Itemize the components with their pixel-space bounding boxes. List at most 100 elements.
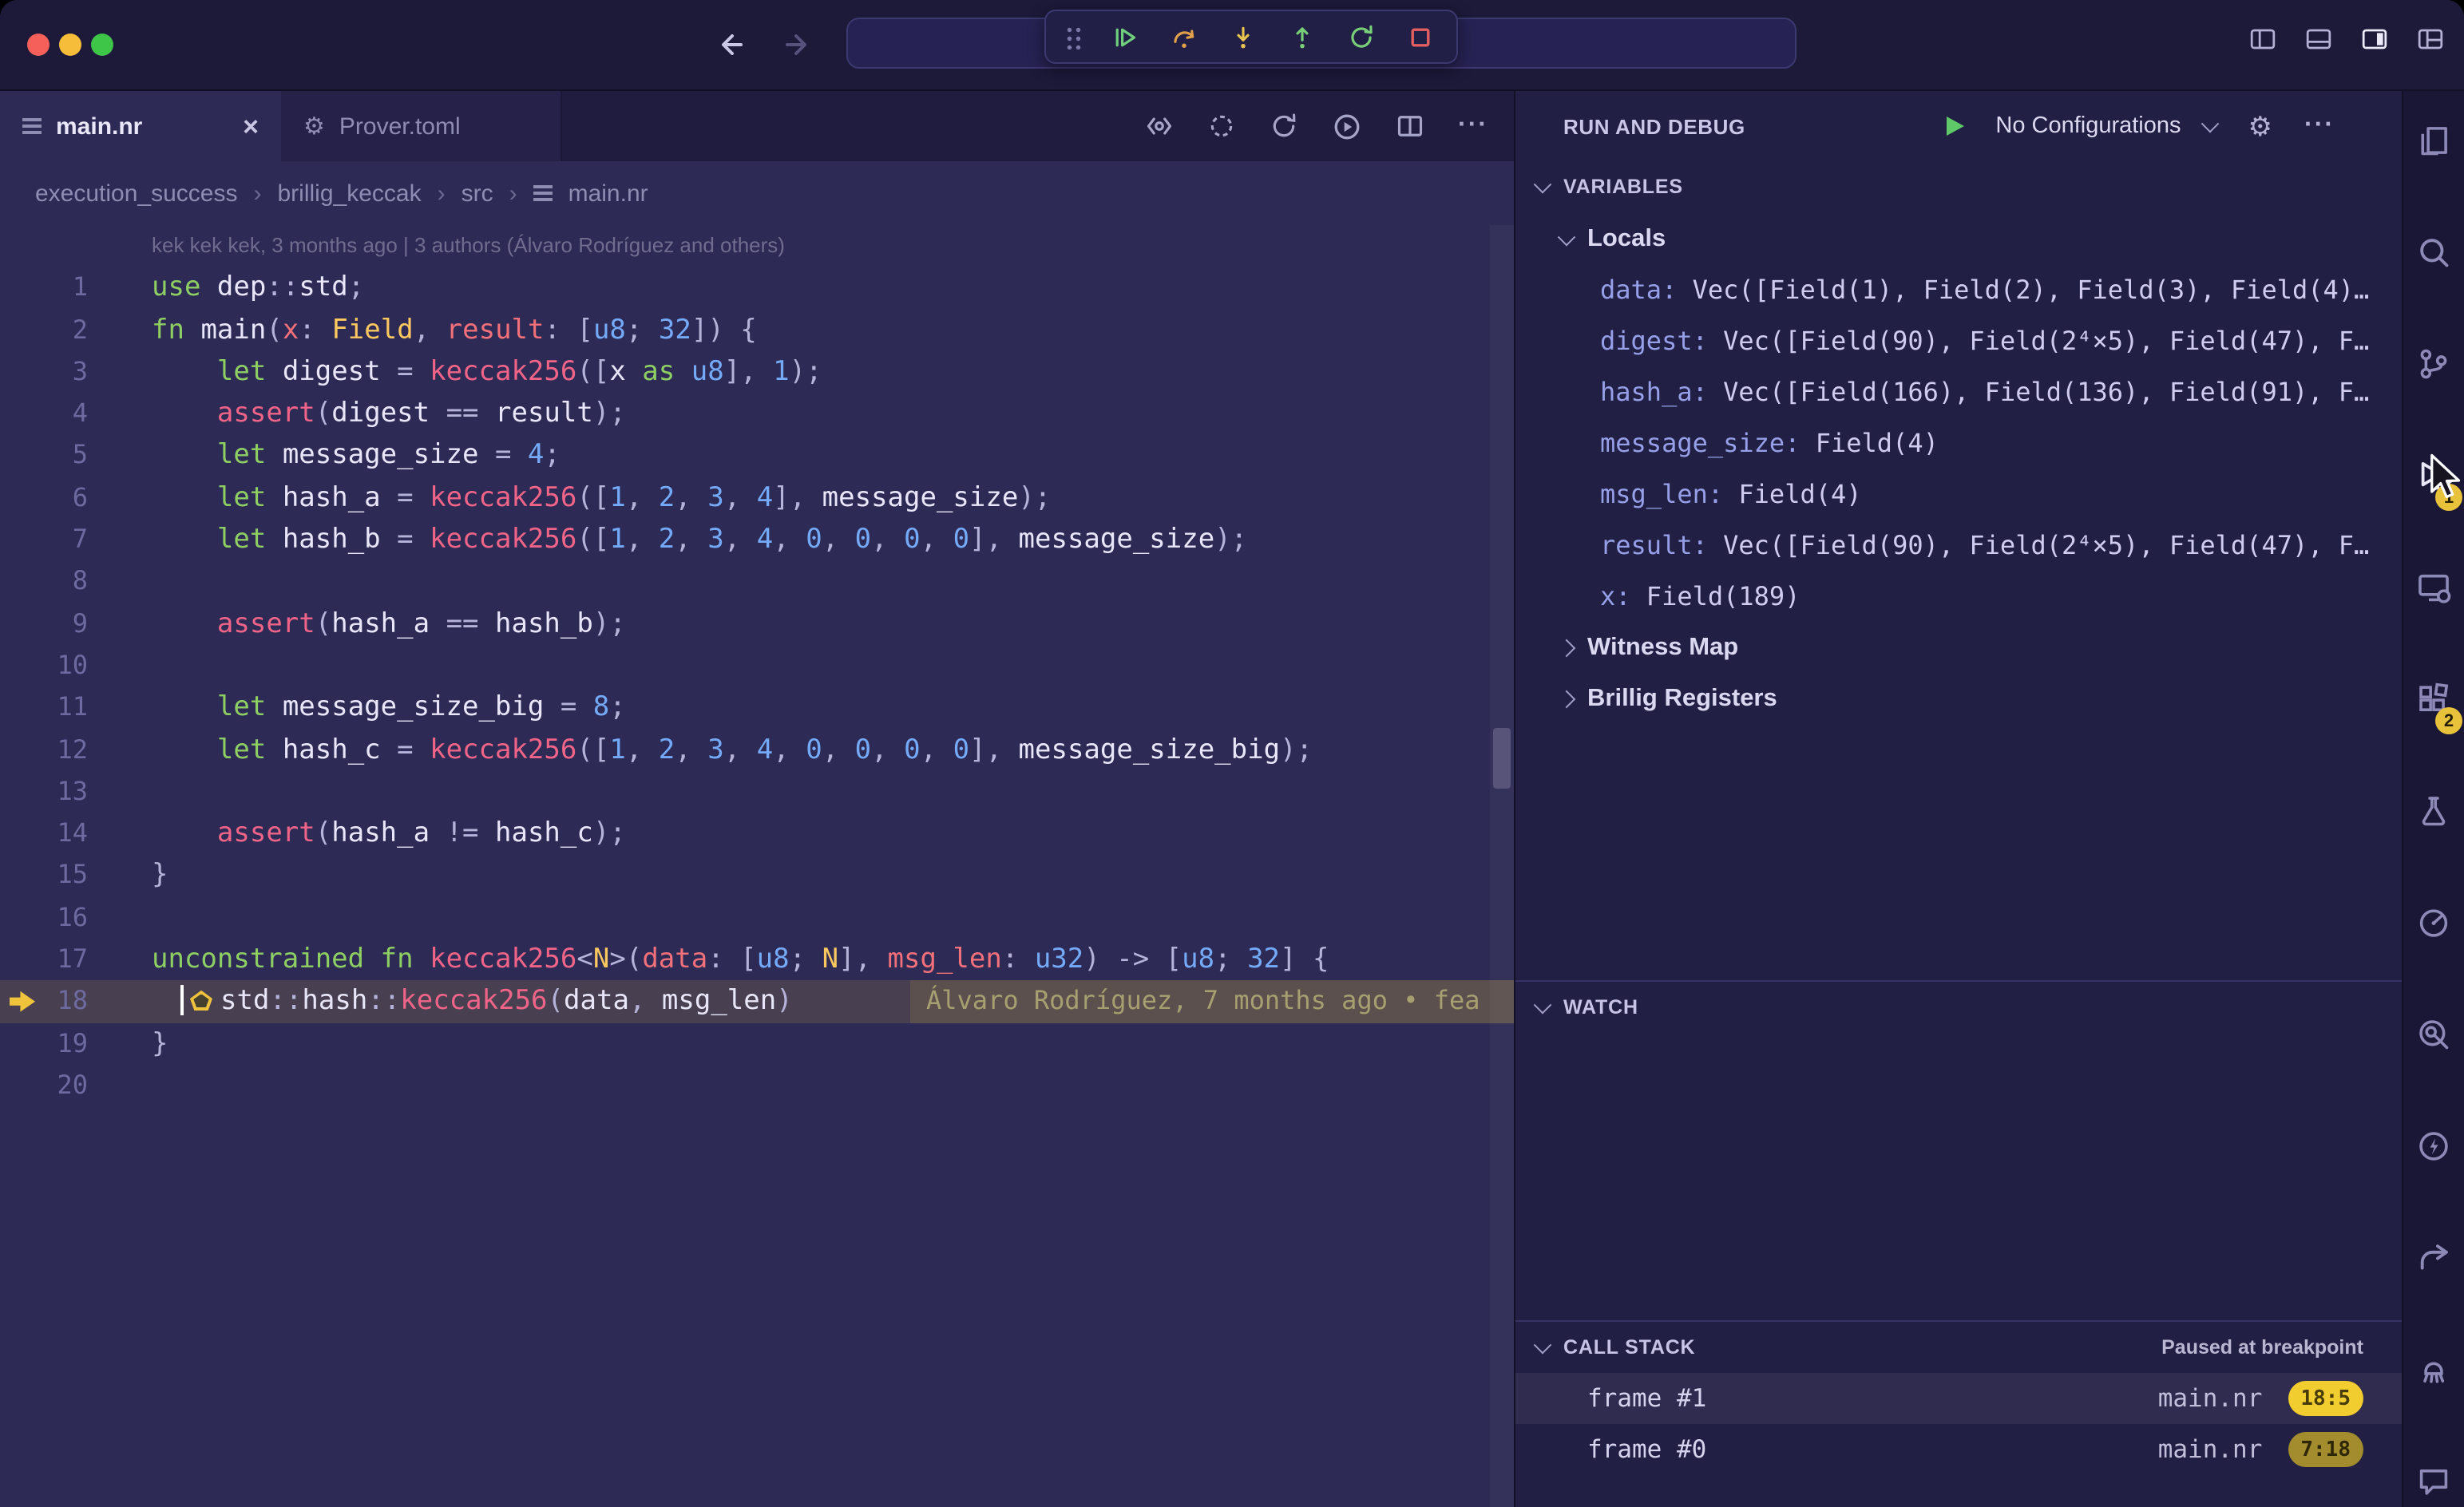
more-actions-icon[interactable]: ··· [2304,113,2335,139]
line-number[interactable]: 19 [0,1022,88,1065]
editor-scrollbar[interactable] [1490,225,1514,1507]
line-number[interactable]: 17 [0,939,88,981]
window-zoom-button[interactable] [91,34,113,56]
remote-explorer-icon[interactable] [2403,532,2464,643]
tab-main-nr[interactable]: main.nr × [0,91,281,161]
code-line[interactable]: 6 let hash_a = keccak256([1, 2, 3, 4], m… [0,477,1514,520]
gear-icon[interactable]: ⚙ [2248,113,2273,140]
code-line[interactable]: 8 [0,561,1514,603]
line-number[interactable]: 13 [0,771,88,813]
customize-layout-icon[interactable] [2416,26,2445,53]
line-number[interactable]: 8 [0,561,88,603]
tab-close-icon[interactable]: × [243,113,259,140]
breadcrumb-item[interactable]: brillig_keccak [278,180,422,207]
line-number[interactable]: 15 [0,855,88,897]
debug-step-over-button[interactable] [1166,19,1201,54]
run-file-icon[interactable] [1332,111,1362,141]
scrollbar-thumb[interactable] [1493,728,1511,789]
variable-row[interactable]: x: Field(189) [1515,572,2402,623]
performance-icon[interactable] [2403,1090,2464,1202]
profiler-icon[interactable] [2403,867,2464,979]
variable-row[interactable]: msg_len: Field(4) [1515,469,2402,520]
breadcrumb-item[interactable]: main.nr [568,180,648,207]
code-line[interactable]: 1use dep::std; [0,267,1514,310]
nav-forward-icon[interactable] [776,26,814,64]
open-changes-icon[interactable] [1145,112,1174,140]
ports-icon[interactable] [2403,1314,2464,1426]
debug-restart-button[interactable] [1343,19,1378,54]
outline-circle-icon[interactable] [1207,112,1236,140]
toggle-left-sidebar-icon[interactable] [2248,26,2277,53]
line-number[interactable]: 12 [0,729,88,771]
code-line[interactable]: 7 let hash_b = keccak256([1, 2, 3, 4, 0,… [0,519,1514,561]
code-line[interactable]: 5 let message_size = 4; [0,435,1514,477]
line-number[interactable]: 14 [0,813,88,855]
breadcrumb-item[interactable]: execution_success [35,180,238,207]
debug-step-into-button[interactable] [1225,19,1260,54]
toggle-panel-icon[interactable] [2304,26,2333,53]
nav-back-icon[interactable] [714,26,752,64]
line-number[interactable]: 9 [0,603,88,645]
call-stack-frame[interactable]: frame #0main.nr7:18 [1515,1424,2402,1475]
breadcrumb-item[interactable]: src [462,180,493,207]
code-editor[interactable]: kek kek kek, 3 months ago | 3 authors (Á… [0,225,1514,1507]
watch-section-header[interactable]: WATCH [1515,982,2402,1033]
locals-group-header[interactable]: Locals [1515,212,2402,265]
line-number[interactable]: 11 [0,687,88,730]
feedback-icon[interactable] [2403,1426,2464,1507]
window-close-button[interactable] [27,34,50,56]
code-line[interactable]: 15} [0,855,1514,897]
variable-group-header[interactable]: Witness Map [1515,623,2402,674]
variable-row[interactable]: digest: Vec([Field(90), Field(2⁴×5), Fie… [1515,316,2402,367]
line-number[interactable]: 2 [0,309,88,351]
call-stack-frame[interactable]: frame #1main.nr18:5 [1515,1373,2402,1424]
code-line[interactable]: 11 let message_size_big = 8; [0,687,1514,730]
code-line[interactable]: 16 [0,897,1514,939]
line-number[interactable]: 7 [0,519,88,561]
search-icon[interactable] [2403,196,2464,308]
sync-icon[interactable] [1270,112,1298,140]
variable-row[interactable]: message_size: Field(4) [1515,418,2402,469]
variable-row[interactable]: data: Vec([Field(1), Field(2), Field(3),… [1515,265,2402,316]
more-actions-icon[interactable]: ··· [1458,113,1488,139]
debug-config-dropdown[interactable]: No Configurations [1995,113,2216,139]
line-number[interactable]: 3 [0,351,88,394]
testing-icon[interactable] [2403,755,2464,867]
extensions-icon[interactable]: 2 [2403,643,2464,755]
variable-row[interactable]: hash_a: Vec([Field(166), Field(136), Fie… [1515,367,2402,418]
tab-prover-toml[interactable]: ⚙ Prover.toml [281,91,562,161]
line-number[interactable]: 6 [0,477,88,520]
code-line[interactable]: 19} [0,1022,1514,1065]
share-icon[interactable] [2403,1202,2464,1314]
line-number[interactable]: 1 [0,267,88,310]
code-line[interactable]: 18std::hash::keccak256(data, msg_len)Álv… [0,981,1514,1023]
line-number[interactable]: 10 [0,645,88,687]
drag-handle-icon[interactable] [1065,25,1083,49]
line-number[interactable]: 20 [0,1065,88,1107]
start-debug-icon[interactable] [1946,117,1963,136]
code-line[interactable]: 3 let digest = keccak256([x as u8], 1); [0,351,1514,394]
code-line[interactable]: 2fn main(x: Field, result: [u8; 32]) { [0,309,1514,351]
call-stack-section-header[interactable]: CALL STACK Paused at breakpoint [1515,1322,2402,1373]
code-line[interactable]: 10 [0,645,1514,687]
code-line[interactable]: 4 assert(digest == result); [0,393,1514,435]
code-line[interactable]: 9 assert(hash_a == hash_b); [0,603,1514,645]
code-line[interactable]: 12 let hash_c = keccak256([1, 2, 3, 4, 0… [0,729,1514,771]
code-line[interactable]: 17unconstrained fn keccak256<N>(data: [u… [0,939,1514,981]
debug-step-out-button[interactable] [1284,19,1319,54]
line-number[interactable]: 4 [0,393,88,435]
window-minimize-button[interactable] [59,34,81,56]
variables-section-header[interactable]: VARIABLES [1515,161,2402,212]
variable-row[interactable]: result: Vec([Field(90), Field(2⁴×5), Fie… [1515,520,2402,572]
debug-stop-button[interactable] [1402,19,1437,54]
toggle-right-sidebar-icon[interactable] [2360,26,2389,53]
source-control-icon[interactable] [2403,308,2464,420]
line-number[interactable]: 5 [0,435,88,477]
split-editor-icon[interactable] [1396,112,1424,140]
code-line[interactable]: 13 [0,771,1514,813]
debug-continue-button[interactable] [1107,19,1142,54]
line-number[interactable]: 16 [0,897,88,939]
variable-group-header[interactable]: Brillig Registers [1515,674,2402,725]
explorer-icon[interactable] [2403,91,2464,196]
code-line[interactable]: 14 assert(hash_a != hash_c); [0,813,1514,855]
